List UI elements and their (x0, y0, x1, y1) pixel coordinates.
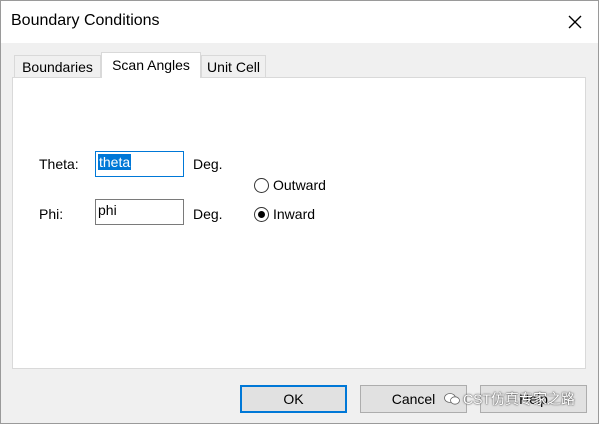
tab-unit-cell-label: Unit Cell (207, 59, 260, 75)
tab-unit-cell[interactable]: Unit Cell (201, 55, 266, 77)
watermark: CST仿真专家之路 (444, 389, 575, 409)
wechat-icon (444, 393, 460, 405)
theta-input-value: theta (98, 154, 132, 170)
radio-outward-label: Outward (273, 177, 326, 193)
phi-input[interactable]: phi (95, 199, 184, 225)
phi-input-value: phi (98, 202, 117, 218)
radio-inward[interactable]: Inward (254, 206, 315, 222)
scan-angles-panel: Theta: theta Deg. Phi: phi Deg. Outward … (12, 77, 586, 369)
tab-boundaries-label: Boundaries (22, 59, 93, 75)
watermark-text: CST仿真专家之路 (463, 391, 575, 407)
tab-boundaries[interactable]: Boundaries (14, 55, 101, 77)
theta-input[interactable]: theta (95, 151, 184, 177)
radio-inward-label: Inward (273, 206, 316, 222)
radio-outward[interactable]: Outward (254, 177, 326, 193)
close-button[interactable] (552, 1, 598, 43)
theta-label: Theta: (39, 156, 79, 172)
phi-label: Phi: (39, 206, 64, 222)
boundary-conditions-dialog: Boundary Conditions Boundaries Scan Angl… (0, 0, 599, 424)
radio-inward-circle (254, 206, 269, 222)
title-bar: Boundary Conditions (1, 1, 598, 43)
window-title: Boundary Conditions (11, 12, 160, 29)
tab-scan-angles[interactable]: Scan Angles (101, 52, 201, 78)
close-icon (568, 15, 582, 29)
ok-button[interactable]: OK (240, 385, 347, 413)
tab-scan-angles-label: Scan Angles (112, 57, 190, 73)
phi-unit: Deg. (193, 206, 223, 222)
radio-outward-circle (254, 177, 269, 193)
theta-unit: Deg. (193, 156, 223, 172)
